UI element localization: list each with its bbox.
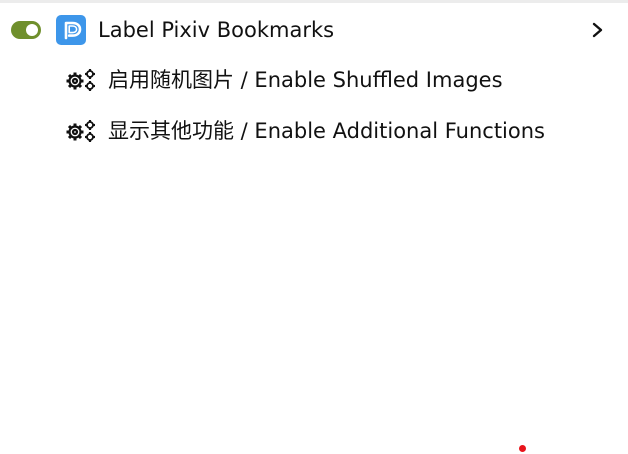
menu-item-label: 显示其他功能 / Enable Additional Functions (108, 119, 545, 143)
gears-icon (63, 119, 99, 143)
toggle-knob (26, 24, 38, 36)
menu-item-enable-shuffled-images[interactable]: 启用随机图片 / Enable Shuffled Images (0, 56, 628, 107)
enable-toggle[interactable] (11, 21, 41, 39)
menu-item-label: 启用随机图片 / Enable Shuffled Images (108, 68, 503, 92)
chevron-right-icon[interactable] (590, 20, 606, 40)
userscript-menu: Label Pixiv Bookmarks 启用随机图片 / Enable Sh… (0, 3, 628, 158)
cursor-marker (519, 445, 526, 452)
menu-item-label-pixiv-bookmarks[interactable]: Label Pixiv Bookmarks (0, 3, 628, 56)
menu-item-label: Label Pixiv Bookmarks (98, 18, 335, 42)
menu-item-enable-additional-functions[interactable]: 显示其他功能 / Enable Additional Functions (0, 107, 628, 158)
gears-icon (63, 68, 99, 92)
pixiv-logo-icon (56, 15, 86, 45)
